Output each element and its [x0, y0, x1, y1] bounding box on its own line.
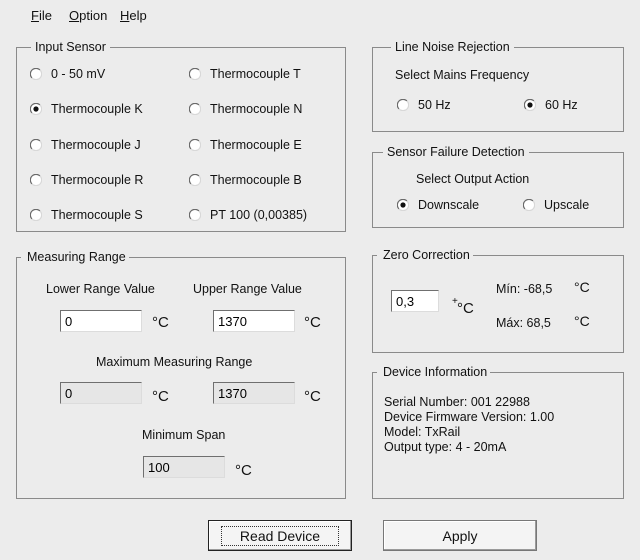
radio-label: Thermocouple J [51, 138, 141, 152]
menu-option[interactable]: Option [69, 8, 107, 23]
sensor-radio-thermocouple-j[interactable]: Thermocouple J [30, 138, 141, 152]
sensor-radio-thermocouple-t[interactable]: Thermocouple T [189, 67, 301, 81]
radio-unselected-icon[interactable] [397, 99, 409, 111]
line-noise-group: Line Noise Rejection [372, 40, 624, 132]
max-measuring-range-label: Maximum Measuring Range [96, 355, 253, 369]
zero-max-label: Máx: 68,5 [496, 316, 551, 330]
sensor-radio-thermocouple-e[interactable]: Thermocouple E [189, 138, 302, 152]
max-upper-unit: °C [304, 388, 321, 405]
max-lower-unit: °C [152, 388, 169, 405]
sensor-radio-thermocouple-n[interactable]: Thermocouple N [189, 102, 302, 116]
apply-button[interactable]: Apply [383, 520, 537, 551]
frequency-radio-50-hz[interactable]: 50 Hz [397, 98, 451, 112]
radio-selected-icon[interactable] [524, 99, 536, 111]
serial-number-text: Serial Number: 001 22988 [384, 395, 530, 409]
radio-label: 50 Hz [418, 98, 451, 112]
line-noise-title: Line Noise Rejection [395, 40, 510, 54]
output-action-label: Select Output Action [416, 172, 530, 186]
radio-label: PT 100 (0,00385) [210, 208, 308, 222]
firmware-version-text: Device Firmware Version: 1.00 [384, 410, 555, 424]
read-device-label: Read Device [220, 525, 340, 546]
minimum-span-input [143, 456, 225, 478]
zero-min-label: Mín: -68,5 [496, 282, 553, 296]
device-info-title: Device Information [383, 365, 488, 379]
radio-label: Thermocouple S [51, 208, 143, 222]
radio-unselected-icon[interactable] [30, 174, 42, 186]
radio-label: Thermocouple B [210, 173, 302, 187]
upper-range-unit: °C [304, 314, 321, 331]
input-sensor-title: Input Sensor [35, 40, 106, 54]
menu-file[interactable]: File [31, 8, 52, 23]
radio-unselected-icon[interactable] [189, 103, 201, 115]
lower-range-label: Lower Range Value [46, 282, 155, 296]
radio-label: Thermocouple T [210, 67, 301, 81]
output-type-text: Output type: 4 - 20mA [384, 440, 507, 454]
sensor-failure-title: Sensor Failure Detection [387, 145, 525, 159]
radio-label: Upscale [544, 198, 590, 212]
zero-max-unit: °C [574, 313, 590, 329]
menu-help[interactable]: Help [120, 8, 147, 23]
radio-unselected-icon[interactable] [189, 68, 201, 80]
radio-selected-icon[interactable] [30, 103, 42, 115]
mains-frequency-label: Select Mains Frequency [395, 68, 530, 82]
lower-range-input[interactable] [60, 310, 142, 332]
radio-label: Downscale [418, 198, 480, 212]
radio-label: 60 Hz [545, 98, 578, 112]
sensor-failure-group: Sensor Failure Detection [372, 145, 624, 228]
radio-unselected-icon[interactable] [523, 199, 535, 211]
minimum-span-label: Minimum Span [142, 428, 226, 442]
sensor-radio-pt-100-0-00385[interactable]: PT 100 (0,00385) [189, 208, 307, 222]
zero-min-unit: °C [574, 279, 590, 295]
upper-range-label: Upper Range Value [193, 282, 302, 296]
radio-unselected-icon[interactable] [189, 174, 201, 186]
radio-label: 0 - 50 mV [51, 67, 106, 81]
zero-correction-input[interactable] [391, 290, 439, 312]
read-device-button[interactable]: Read Device [208, 520, 352, 551]
radio-label: Thermocouple K [51, 102, 143, 116]
zero-correction-title: Zero Correction [383, 248, 470, 262]
sensor-radio-0-50-mv[interactable]: 0 - 50 mV [30, 67, 105, 81]
model-text: Model: TxRail [384, 425, 461, 439]
sensor-radio-thermocouple-b[interactable]: Thermocouple B [189, 173, 302, 187]
sensor-radio-thermocouple-k[interactable]: Thermocouple K [30, 102, 143, 116]
radio-unselected-icon[interactable] [30, 209, 42, 221]
lower-range-unit: °C [152, 314, 169, 331]
sensor-radio-thermocouple-r[interactable]: Thermocouple R [30, 173, 143, 187]
radio-label: Thermocouple R [51, 173, 144, 187]
failure-radio-upscale[interactable]: Upscale [523, 198, 589, 212]
minimum-span-unit: °C [235, 462, 252, 479]
zero-correction-unit: °C [457, 300, 474, 317]
radio-unselected-icon[interactable] [30, 68, 42, 80]
radio-unselected-icon[interactable] [189, 209, 201, 221]
failure-radio-downscale[interactable]: Downscale [397, 198, 479, 212]
radio-unselected-icon[interactable] [189, 139, 201, 151]
max-lower-input [60, 382, 142, 404]
radio-label: Thermocouple N [210, 102, 303, 116]
radio-selected-icon[interactable] [397, 199, 409, 211]
radio-unselected-icon[interactable] [30, 139, 42, 151]
frequency-radio-60-hz[interactable]: 60 Hz [524, 98, 578, 112]
max-upper-input [213, 382, 295, 404]
apply-label: Apply [442, 527, 478, 544]
radio-label: Thermocouple E [210, 138, 302, 152]
measuring-range-title: Measuring Range [27, 250, 126, 264]
upper-range-input[interactable] [213, 310, 295, 332]
sensor-radio-thermocouple-s[interactable]: Thermocouple S [30, 208, 143, 222]
